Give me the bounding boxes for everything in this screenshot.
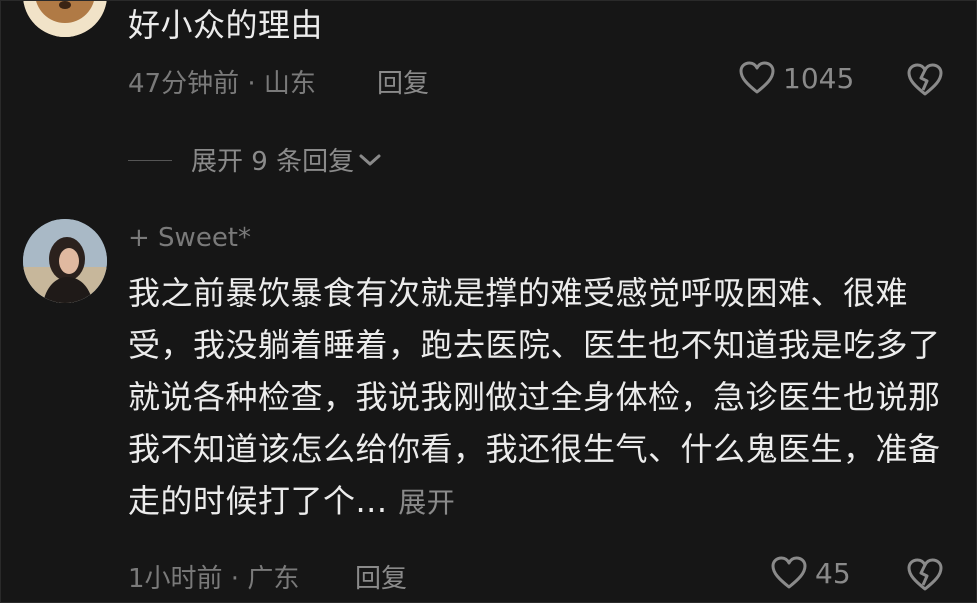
expand-replies-label: 展开 9 条回复 bbox=[191, 147, 355, 177]
avatar[interactable] bbox=[23, 219, 107, 303]
heart-outline-icon bbox=[739, 61, 775, 94]
broken-heart-icon bbox=[907, 558, 943, 591]
reply-button[interactable]: 回复 bbox=[355, 558, 407, 595]
heart-outline-icon bbox=[771, 556, 807, 589]
dislike-button[interactable] bbox=[907, 558, 943, 596]
divider bbox=[128, 160, 172, 161]
comment-thread: 好小众的理由 47分钟前 · 山东 回复 1045 展开 9 条回复 + Swe… bbox=[0, 0, 977, 603]
avatar[interactable] bbox=[23, 1, 107, 37]
avatar-image bbox=[23, 1, 107, 37]
expand-text-button[interactable]: 展开 bbox=[398, 486, 455, 519]
expand-replies-button[interactable]: 展开 9 条回复 bbox=[191, 141, 382, 178]
like-button[interactable]: 1045 bbox=[739, 61, 854, 95]
comment-text: 好小众的理由 bbox=[128, 6, 324, 44]
like-count: 1045 bbox=[783, 61, 855, 95]
comment-meta: 1小时前 · 广东 bbox=[128, 564, 300, 594]
reply-button[interactable]: 回复 bbox=[377, 63, 429, 100]
like-count: 45 bbox=[815, 556, 851, 590]
comment-body: 我之前暴饮暴食有次就是撑的难受感觉呼吸困难、很难受，我没躺着睡着，跑去医院、医生… bbox=[128, 274, 941, 520]
like-button[interactable]: 45 bbox=[771, 556, 851, 590]
comment-text: 我之前暴饮暴食有次就是撑的难受感觉呼吸困难、很难受，我没躺着睡着，跑去医院、医生… bbox=[128, 267, 948, 529]
broken-heart-icon bbox=[907, 63, 943, 96]
avatar-image bbox=[23, 219, 107, 303]
dislike-button[interactable] bbox=[907, 63, 943, 101]
comment-meta: 47分钟前 · 山东 bbox=[128, 69, 316, 99]
chevron-down-icon bbox=[359, 154, 381, 165]
username[interactable]: + Sweet* bbox=[128, 223, 251, 253]
